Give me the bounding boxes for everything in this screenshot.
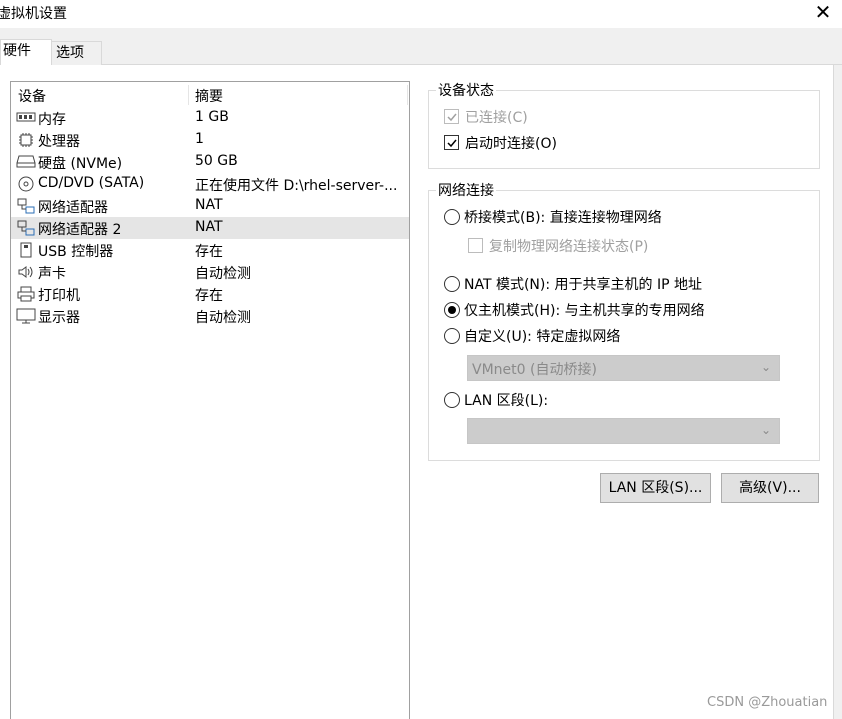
device-name: 处理器 (38, 134, 80, 150)
cd-dvd-icon (16, 176, 36, 192)
nat-label: NAT 模式(N): 用于共享主机的 IP 地址 (464, 277, 702, 293)
network-adapter-icon (16, 198, 36, 214)
device-summary: 自动检测 (195, 266, 251, 282)
device-name: 打印机 (38, 288, 80, 304)
device-name: 硬盘 (NVMe) (38, 156, 123, 172)
device-row-network-adapter[interactable]: 网络适配器 NAT (11, 195, 409, 217)
connect-at-power-on-checkbox[interactable] (444, 135, 459, 150)
display-icon (16, 308, 36, 324)
device-summary: NAT (195, 219, 223, 235)
device-row-memory[interactable]: 内存 1 GB (11, 107, 409, 129)
chevron-down-icon: ⌄ (760, 360, 771, 374)
device-summary: 1 (195, 131, 204, 147)
lan-segment-radio[interactable] (444, 392, 460, 408)
device-list-header: 设备 摘要 (11, 82, 409, 106)
device-summary: 自动检测 (195, 310, 251, 326)
connected-label: 已连接(C) (465, 110, 528, 126)
connected-checkbox[interactable] (444, 109, 459, 124)
memory-icon (16, 110, 36, 126)
device-row-printer[interactable]: 打印机 存在 (11, 283, 409, 305)
device-name: 显示器 (38, 310, 80, 326)
bridged-label: 桥接模式(B): 直接连接物理网络 (464, 210, 662, 226)
device-name: CD/DVD (SATA) (38, 175, 145, 191)
tab-hardware[interactable]: 硬件 (0, 39, 52, 66)
title-bar: 虚拟机设置 ✕ (0, 0, 842, 28)
tab-options[interactable]: 选项 (52, 41, 102, 65)
replicate-state-checkbox[interactable] (468, 238, 483, 253)
lan-segment-label: LAN 区段(L): (464, 393, 549, 409)
custom-radio[interactable] (444, 328, 460, 344)
usb-icon (16, 242, 36, 258)
connect-at-power-on-label: 启动时连接(O) (465, 136, 557, 152)
chevron-down-icon: ⌄ (760, 423, 771, 437)
harddisk-icon (16, 154, 36, 170)
sound-icon (16, 264, 36, 280)
printer-icon (16, 286, 36, 302)
device-name: 网络适配器 (38, 200, 108, 216)
device-list[interactable]: 设备 摘要 内存 1 GB 处理器 1 硬盘 (NVMe) 50 GB CD/D… (10, 81, 410, 719)
radio-selected-dot (448, 306, 456, 314)
window-title: 虚拟机设置 (0, 6, 67, 22)
device-status-title: 设备状态 (436, 80, 496, 100)
device-row-display[interactable]: 显示器 自动检测 (11, 305, 409, 327)
hardware-pane: 设备 摘要 内存 1 GB 处理器 1 硬盘 (NVMe) 50 GB CD/D… (0, 65, 834, 719)
close-icon[interactable]: ✕ (812, 2, 834, 24)
device-name: USB 控制器 (38, 244, 114, 260)
replicate-state-label: 复制物理网络连接状态(P) (489, 239, 649, 255)
device-row-usb[interactable]: USB 控制器 存在 (11, 239, 409, 261)
network-adapter-icon (16, 220, 36, 236)
device-summary: NAT (195, 197, 223, 213)
device-row-harddisk[interactable]: 硬盘 (NVMe) 50 GB (11, 151, 409, 173)
host-only-radio[interactable] (444, 302, 460, 318)
custom-network-select[interactable]: VMnet0 (自动桥接) ⌄ (467, 355, 780, 381)
device-name: 网络适配器 2 (38, 222, 122, 238)
vm-settings-window: 虚拟机设置 ✕ 硬件 选项 设备 摘要 内存 1 GB 处理器 1 硬盘 (NV… (0, 0, 842, 719)
lan-segment-select[interactable]: ⌄ (467, 418, 780, 444)
lan-segments-button[interactable]: LAN 区段(S)... (600, 473, 711, 503)
device-row-processor[interactable]: 处理器 1 (11, 129, 409, 151)
device-summary: 正在使用文件 D:\rhel-server-... (195, 178, 398, 194)
device-name: 声卡 (38, 266, 66, 282)
network-connection-title: 网络连接 (436, 180, 496, 200)
column-header-device[interactable]: 设备 (18, 86, 46, 106)
device-summary: 1 GB (195, 109, 229, 125)
column-header-summary[interactable]: 摘要 (195, 86, 223, 106)
nat-radio[interactable] (444, 276, 460, 292)
device-row-sound[interactable]: 声卡 自动检测 (11, 261, 409, 283)
device-row-network-adapter-2[interactable]: 网络适配器 2 NAT (11, 217, 409, 239)
custom-label: 自定义(U): 特定虚拟网络 (464, 329, 621, 345)
device-summary: 存在 (195, 288, 223, 304)
advanced-button[interactable]: 高级(V)... (721, 473, 819, 503)
host-only-label: 仅主机模式(H): 与主机共享的专用网络 (464, 303, 705, 319)
bridged-radio[interactable] (444, 209, 460, 225)
device-summary: 50 GB (195, 153, 238, 169)
processor-icon (16, 132, 36, 148)
custom-network-value: VMnet0 (自动桥接) (472, 362, 597, 378)
column-separator[interactable] (407, 85, 408, 105)
device-name: 内存 (38, 112, 66, 128)
device-status-group (428, 90, 820, 169)
device-summary: 存在 (195, 244, 223, 260)
column-separator[interactable] (188, 85, 189, 105)
watermark: CSDN @Zhouatian (707, 695, 828, 710)
device-row-cd-dvd[interactable]: CD/DVD (SATA) 正在使用文件 D:\rhel-server-... (11, 173, 409, 195)
